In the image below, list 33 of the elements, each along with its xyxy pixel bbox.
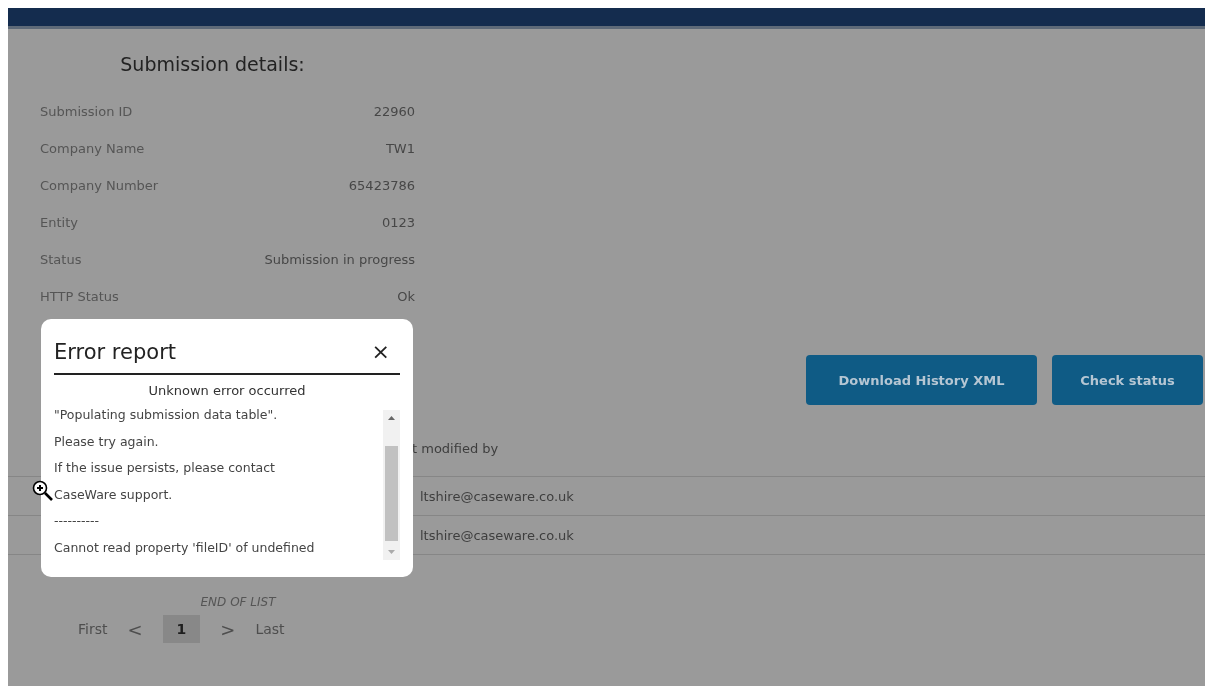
error-message-line: Cannot read property 'fileID' of undefined xyxy=(54,538,315,557)
error-message-line: ---------- xyxy=(54,512,101,530)
error-message-line: If the issue persists, please contact xyxy=(54,459,276,477)
field-label: Entity xyxy=(40,215,78,230)
close-button[interactable]: × xyxy=(361,339,400,364)
field-label: Status xyxy=(40,252,82,267)
end-of-list-label: END OF LIST xyxy=(199,595,278,609)
table-cell: ltshire@caseware.co.uk xyxy=(420,527,574,543)
column-header: t modified by xyxy=(412,441,499,456)
field-label: HTTP Status xyxy=(40,289,119,304)
field-value: Ok xyxy=(397,289,415,304)
field-label: Submission ID xyxy=(40,104,133,119)
section-title: Submission details: xyxy=(119,53,306,77)
error-message-line: "Populating submission data table". xyxy=(54,406,279,424)
first-page-link[interactable]: First xyxy=(78,621,108,637)
page-number[interactable]: 1 xyxy=(162,615,201,643)
field-label: Company Number xyxy=(40,178,159,193)
field-value: 0123 xyxy=(381,215,415,230)
field-value: 65423786 xyxy=(348,178,415,193)
error-message-line: CaseWare support. xyxy=(54,485,174,504)
field-value: 22960 xyxy=(373,104,415,119)
field-value: TW1 xyxy=(385,141,415,156)
last-page-link[interactable]: Last xyxy=(255,621,285,637)
dialog-title: Error report xyxy=(54,339,176,364)
next-page-link[interactable]: > xyxy=(220,618,236,640)
action-button[interactable]: Download History XML xyxy=(806,355,1037,405)
field-value: Submission in progress xyxy=(264,252,415,267)
table-cell: ltshire@caseware.co.uk xyxy=(420,488,574,504)
previous-page-link[interactable]: < xyxy=(127,618,143,640)
field-label: Company Name xyxy=(40,141,145,156)
error-heading: Unknown error occurred xyxy=(147,383,307,398)
error-message-line: Please try again. xyxy=(54,432,160,451)
action-button[interactable]: Check status xyxy=(1052,355,1203,405)
